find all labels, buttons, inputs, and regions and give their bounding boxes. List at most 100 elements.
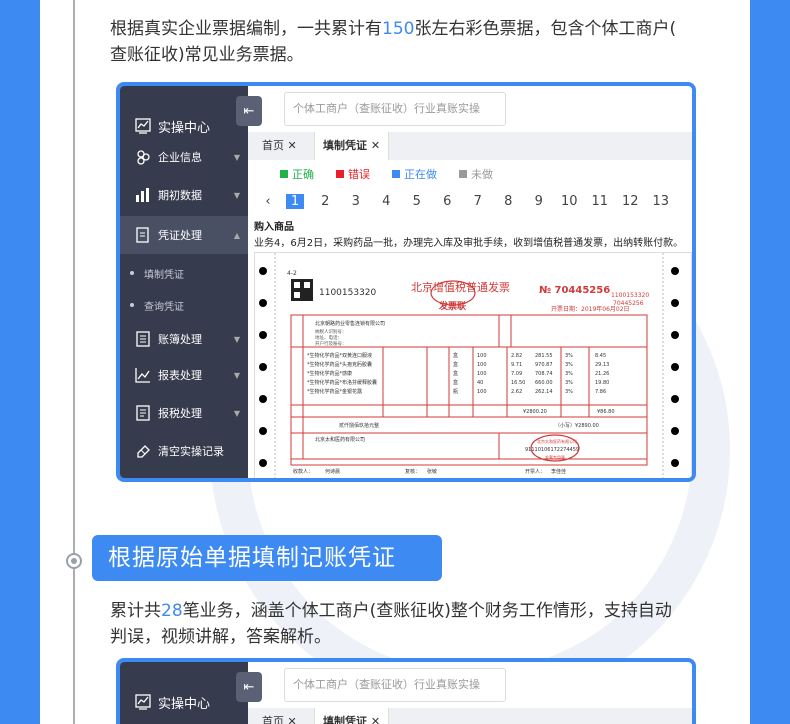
trend-icon bbox=[134, 366, 152, 384]
sidebar-item-label: 填制凭证 bbox=[144, 269, 184, 281]
sidebar-item-label: 报税处理 bbox=[158, 407, 202, 420]
sidebar-title[interactable]: 实操中心 bbox=[120, 680, 248, 724]
swatch-icon bbox=[459, 170, 467, 178]
legend-doing: 正在做 bbox=[392, 166, 437, 182]
sidebar: 实操中心 bbox=[120, 662, 248, 724]
search-input[interactable]: 个体工商户（查账征收）行业真账实操 bbox=[284, 92, 506, 126]
inv-seller: 北京太和医药有限公司 bbox=[315, 436, 365, 443]
invoice-cell-tax: 21.26 bbox=[595, 371, 609, 377]
tab-bar: 首页 ✕ 填制凭证 ✕ bbox=[248, 708, 692, 724]
invoice-cell-amount: 281.55 bbox=[535, 353, 553, 359]
tab-home[interactable]: 首页 ✕ bbox=[254, 132, 305, 160]
invoice-cell-price: 9.71 bbox=[511, 362, 522, 368]
sidebar-item-label: 企业信息 bbox=[158, 151, 202, 164]
svg-text:地址、电话：: 地址、电话： bbox=[315, 334, 342, 341]
page-button[interactable]: 5 bbox=[402, 194, 433, 209]
section-title: 根据原始单据填制记账凭证 bbox=[92, 535, 442, 581]
section-text: 累计共 bbox=[110, 601, 161, 621]
tab-label: 填制凭证 bbox=[323, 715, 367, 724]
invoice-cell-qty: 40 bbox=[477, 380, 483, 386]
page-button[interactable]: 9 bbox=[524, 194, 555, 209]
chevron-down-icon: ▼ bbox=[233, 334, 240, 344]
bullet-icon bbox=[130, 271, 134, 275]
invoice-image: 4-2 1100153320 北京增值税普通发票 发票联 № 70445256 … bbox=[254, 252, 692, 478]
chevron-left-icon[interactable]: ‹ bbox=[256, 194, 280, 209]
legend-label: 错误 bbox=[348, 168, 370, 181]
collapse-sidebar-button[interactable]: ⇤ bbox=[236, 672, 262, 702]
sidebar-item-query-voucher[interactable]: 查询凭证 bbox=[120, 286, 248, 324]
inv-taxtotal: ¥86.80 bbox=[597, 409, 615, 415]
sidebar-item-initial-data[interactable]: 期初数据 ▼ bbox=[120, 176, 248, 214]
invoice-cell-unit: 盒 bbox=[453, 361, 458, 368]
page-button[interactable]: 4 bbox=[371, 194, 402, 209]
page-button[interactable]: 3 bbox=[341, 194, 372, 209]
page-button[interactable]: 11 bbox=[585, 194, 616, 209]
tab-fill-voucher[interactable]: 填制凭证 ✕ bbox=[314, 708, 390, 724]
page-button[interactable]: 6 bbox=[432, 194, 463, 209]
tab-fill-voucher[interactable]: 填制凭证 ✕ bbox=[314, 132, 390, 160]
swatch-icon bbox=[336, 170, 344, 178]
inv-sealsub: 发票专用章 bbox=[545, 454, 565, 460]
invoice-cell-name: *生物化学药品*感康 bbox=[307, 370, 352, 377]
page-button[interactable]: 1 bbox=[286, 193, 304, 209]
legend-undone: 未做 bbox=[459, 166, 493, 182]
question-pager: ‹ 1 2 3 4 5 6 7 8 9 10 11 12 13 bbox=[256, 190, 676, 212]
swatch-icon bbox=[280, 170, 288, 178]
invoice-cell-name: *生物化学药品*布洛芬缓释胶囊 bbox=[307, 379, 377, 386]
sidebar-item-voucher[interactable]: 凭证处理 ▲ bbox=[120, 216, 248, 254]
sidebar-item-company-info[interactable]: 企业信息 ▼ bbox=[120, 138, 248, 176]
tab-label: 首页 bbox=[262, 139, 284, 152]
page-button[interactable]: 7 bbox=[463, 194, 494, 209]
invoice-cell-price: 2.62 bbox=[511, 389, 522, 395]
timeline-line bbox=[73, 0, 75, 724]
sidebar-item-clear-records[interactable]: 清空实操记录 bbox=[120, 432, 248, 470]
legend-label: 正在做 bbox=[404, 168, 437, 181]
invoice-cell-qty: 100 bbox=[477, 362, 487, 368]
sidebar-item-tax[interactable]: 报税处理 ▼ bbox=[120, 394, 248, 432]
book-icon bbox=[134, 330, 152, 348]
status-legend: 正确 错误 正在做 未做 bbox=[280, 166, 493, 182]
invoice-cell-rate: 3% bbox=[565, 389, 573, 395]
invoice-cell-amount: 660.00 bbox=[535, 380, 553, 386]
page-button[interactable]: 12 bbox=[615, 194, 646, 209]
svg-text:开户行及账号：: 开户行及账号： bbox=[315, 340, 347, 347]
sidebar-title-label: 实操中心 bbox=[158, 696, 211, 712]
intro-text: 查账征收)常见业务票据。 bbox=[110, 45, 304, 65]
close-icon[interactable]: ✕ bbox=[371, 715, 380, 724]
legend-label: 未做 bbox=[471, 168, 493, 181]
edit-document-icon bbox=[134, 226, 152, 244]
inv-stamp: 发票联 bbox=[438, 300, 467, 312]
sidebar-item-ledger[interactable]: 账簿处理 ▼ bbox=[120, 320, 248, 358]
left-arrow-icon: ⇤ bbox=[243, 103, 255, 119]
app-screenshot: 实操中心 企业信息 ▼ 期初数据 ▼ 凭证处理 ▲ 填制凭证 查询凭证 账簿处理 bbox=[116, 82, 696, 482]
chart-line-icon bbox=[134, 693, 152, 711]
collapse-sidebar-button[interactable]: ⇤ bbox=[236, 96, 262, 126]
intro-count: 150 bbox=[382, 19, 415, 39]
inv-words: 贰仟捌佰玖拾元整 bbox=[339, 422, 379, 429]
close-icon[interactable]: ✕ bbox=[371, 139, 380, 152]
page-button[interactable]: 8 bbox=[493, 194, 524, 209]
sidebar-item-label: 期初数据 bbox=[158, 189, 202, 202]
chevron-down-icon: ▼ bbox=[233, 190, 240, 200]
page-button[interactable]: 2 bbox=[310, 194, 341, 209]
tab-home[interactable]: 首页 ✕ bbox=[254, 708, 305, 724]
question-text: 业务4，6月2日，采购药品一批，办理完入库及审批手续，收到增值税普通发票，出纳转… bbox=[254, 238, 684, 249]
close-icon[interactable]: ✕ bbox=[288, 139, 297, 152]
chevron-up-icon: ▲ bbox=[233, 230, 240, 240]
page-button[interactable]: 10 bbox=[554, 194, 585, 209]
close-icon[interactable]: ✕ bbox=[288, 715, 297, 724]
page-button[interactable]: 13 bbox=[646, 194, 677, 209]
legend-correct: 正确 bbox=[280, 166, 314, 182]
search-input[interactable]: 个体工商户（查账征收）行业真账实操 bbox=[284, 668, 506, 702]
question-title: 购入商品 bbox=[254, 222, 294, 233]
inv-sealcode: 91110106172274459 bbox=[525, 447, 579, 453]
swatch-icon bbox=[392, 170, 400, 178]
invoice-cell-name: *生物化学药品*双黄连口服液 bbox=[307, 352, 372, 359]
invoice-cell-rate: 3% bbox=[565, 362, 573, 368]
sidebar-item-report[interactable]: 报表处理 ▼ bbox=[120, 356, 248, 394]
legend-label: 正确 bbox=[292, 168, 314, 181]
inv-grand: （小写）¥2890.00 bbox=[555, 422, 599, 429]
timeline-dot bbox=[66, 553, 82, 569]
chevron-down-icon: ▼ bbox=[233, 408, 240, 418]
invoice-cell-name: *生物化学药品*金银花露 bbox=[307, 388, 362, 395]
